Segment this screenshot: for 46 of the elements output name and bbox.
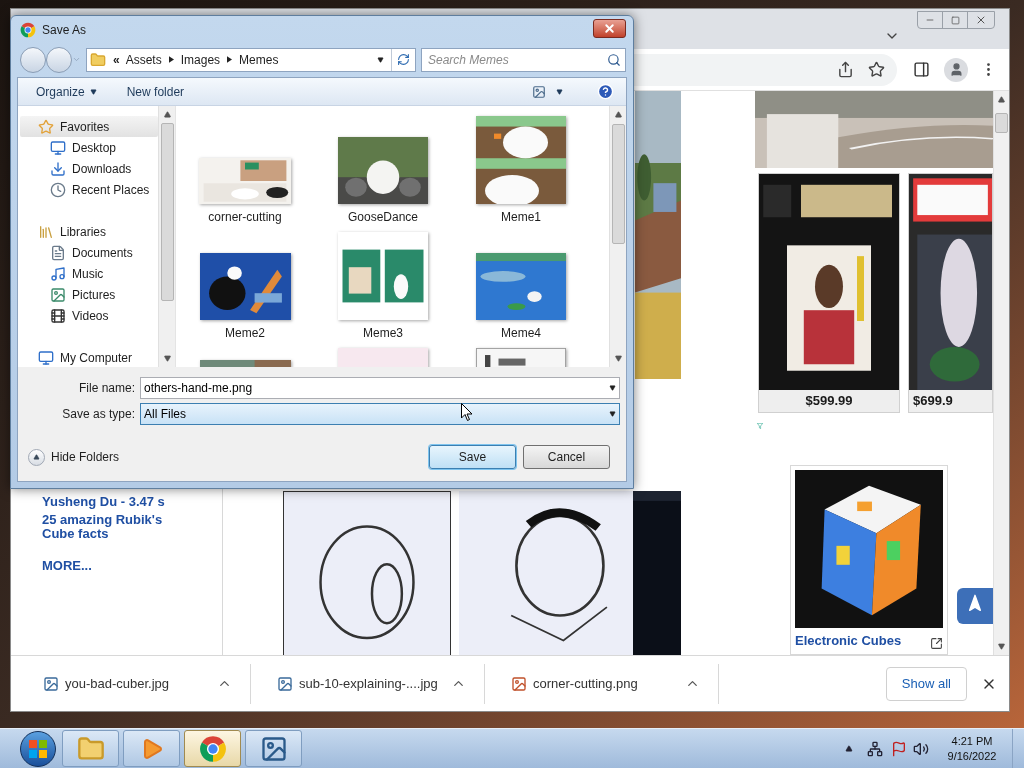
sidebar-link[interactable]: 25 amazing Rubik's Cube facts (42, 513, 182, 541)
download-item[interactable]: sub-10-explaining-....jpg (251, 663, 485, 704)
nav-tree-item[interactable]: Documents (20, 242, 158, 263)
file-name-label[interactable]: GooseDance (347, 208, 418, 226)
window-title: Save As (42, 22, 87, 39)
breadcrumb-item[interactable]: Assets (125, 50, 162, 69)
product-card[interactable]: $599.99 (758, 173, 900, 413)
sidebar-link[interactable]: Yusheng Du - 3.47 s (42, 495, 182, 509)
ad-title[interactable]: Electronic Cubes (795, 630, 902, 650)
dialog-button[interactable]: Cancel (523, 445, 610, 469)
product-price: $699.9 (909, 390, 992, 412)
nav-tree-item[interactable]: Desktop (20, 137, 158, 158)
overflow-chevron[interactable]: « (113, 50, 120, 69)
nav-tree-item[interactable]: Libraries (20, 221, 158, 242)
nav-tree-item[interactable]: Videos (20, 305, 158, 326)
combo-field[interactable]: All Files (140, 402, 620, 425)
file-name-label[interactable]: Meme4 (501, 324, 541, 342)
product-card[interactable]: $699.9 (908, 173, 993, 413)
breadcrumb-item[interactable]: Memes (239, 50, 279, 69)
search-field[interactable]: Search Memes (421, 47, 626, 72)
nav-tree-item[interactable]: Music (20, 263, 158, 284)
clock[interactable]: 4:21 PM 9/16/2022 (942, 733, 1002, 764)
nav-tree-item[interactable]: Pictures (20, 284, 158, 305)
address-bar[interactable]: « Assets Images Memes (86, 47, 416, 72)
organize-button[interactable]: Organize (36, 82, 97, 101)
nav-tree-item[interactable]: Recent Places (20, 179, 158, 200)
file-name-label[interactable]: Meme1 (501, 208, 541, 226)
field-label: Save as type: (61, 405, 136, 423)
dialog-button[interactable]: Save (429, 445, 516, 469)
product-price: $599.99 (759, 390, 899, 412)
download-item[interactable]: you-bad-cuber.jpg (17, 663, 251, 704)
new-folder-button[interactable]: New folder (126, 82, 185, 101)
file-name-label[interactable]: Meme3 (363, 324, 403, 342)
field-label: File name: (77, 379, 136, 397)
sidebar-link[interactable]: MORE... (42, 559, 182, 573)
nav-tree-item[interactable]: Favorites (20, 116, 158, 137)
nav-tree-item[interactable]: My Computer (20, 347, 158, 367)
ad-card[interactable]: Electronic Cubes (790, 465, 948, 655)
download-item[interactable]: corner-cutting.png (485, 663, 719, 704)
nav-tree-item[interactable]: Downloads (20, 158, 158, 179)
combo-field[interactable]: others-hand-me.png (140, 376, 620, 399)
breadcrumb-item[interactable]: Images (180, 50, 221, 69)
hide-folders-button[interactable]: Hide Folders (28, 448, 120, 466)
file-name-label[interactable]: Meme2 (225, 324, 265, 342)
show-all-button[interactable]: Show all (885, 666, 967, 701)
file-name-label[interactable]: corner-cutting (208, 208, 282, 226)
